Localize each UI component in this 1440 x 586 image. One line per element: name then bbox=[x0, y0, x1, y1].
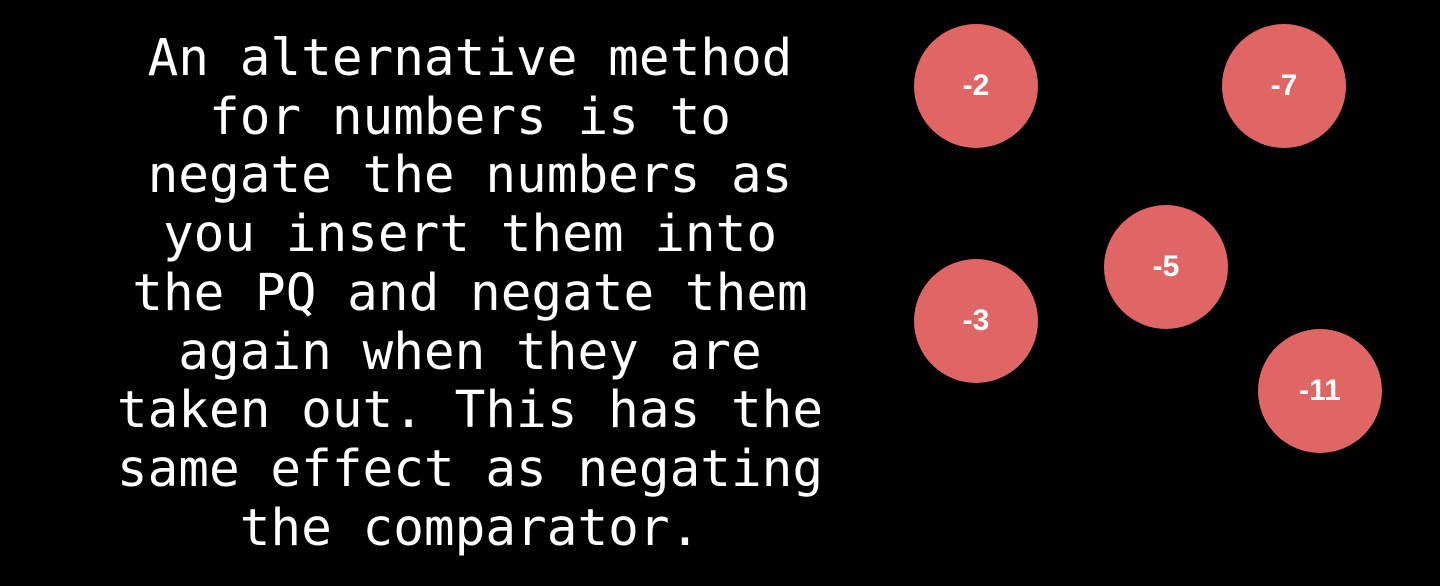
pq-node: -5 bbox=[1104, 205, 1228, 329]
pq-node: -3 bbox=[914, 259, 1038, 383]
pq-node-label: -5 bbox=[1152, 250, 1180, 283]
pq-node: -2 bbox=[914, 24, 1038, 148]
slide: An alternative method for numbers is to … bbox=[0, 0, 1440, 586]
pq-node-label: -7 bbox=[1270, 69, 1298, 102]
pq-node-label: -3 bbox=[962, 304, 990, 337]
pq-node-label: -2 bbox=[962, 69, 990, 102]
pq-node: -7 bbox=[1222, 24, 1346, 148]
pq-node: -11 bbox=[1258, 329, 1382, 453]
explanation-text: An alternative method for numbers is to … bbox=[116, 29, 824, 558]
pq-node-label: -11 bbox=[1299, 374, 1341, 407]
